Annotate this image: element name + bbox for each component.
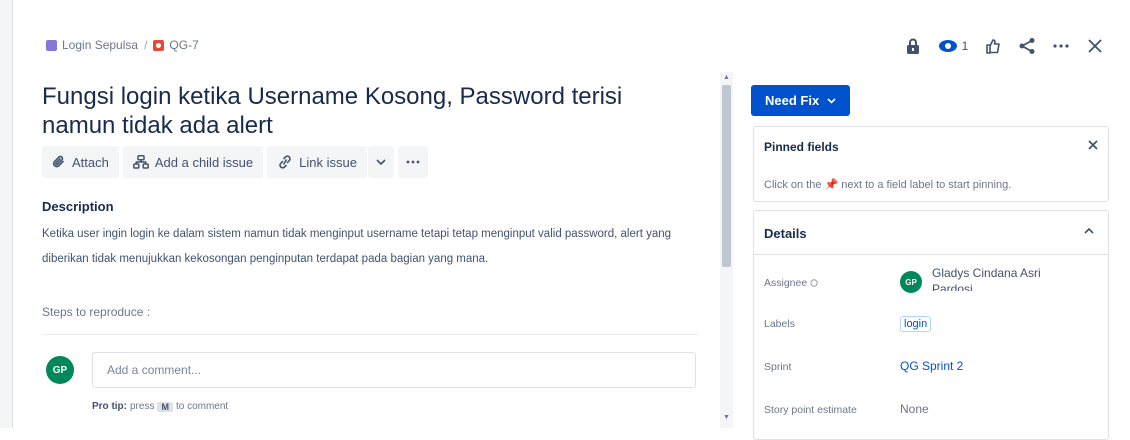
close-icon	[1088, 39, 1102, 53]
lock-button[interactable]	[896, 32, 930, 60]
divider	[42, 334, 698, 335]
close-icon	[1088, 140, 1098, 150]
sprint-label: Sprint	[764, 361, 792, 373]
pinned-fields-panel: Pinned fields Click on the 📌 next to a f…	[753, 126, 1109, 202]
lock-icon	[907, 38, 919, 54]
sprint-value[interactable]: QG Sprint 2	[900, 359, 963, 373]
pro-tip-text-after: to comment	[175, 401, 229, 412]
breadcrumb: Login Sepulsa / QG-7	[46, 38, 199, 52]
link-issue-dropdown[interactable]	[367, 146, 394, 178]
scrollbar-thumb[interactable]	[722, 85, 731, 267]
details-title: Details	[764, 226, 807, 241]
pro-tip-label: Pro tip:	[92, 401, 127, 412]
link-issue-group: Link issue	[267, 146, 394, 178]
share-button[interactable]	[1010, 32, 1044, 60]
vote-button[interactable]	[976, 32, 1010, 60]
breadcrumb-issue-key[interactable]: QG-7	[169, 38, 198, 52]
status-button[interactable]: Need Fix	[751, 85, 851, 116]
watch-button[interactable]: 1	[930, 39, 976, 53]
chevron-up-icon	[1084, 223, 1094, 237]
labels-label: Labels	[764, 318, 795, 330]
description-heading: Description	[42, 199, 114, 214]
add-child-label: Add a child issue	[154, 154, 254, 170]
scroll-down-arrow[interactable]: ▼	[722, 414, 731, 421]
more-icon	[1053, 44, 1069, 48]
story-points-label: Story point estimate	[764, 404, 857, 416]
pinned-fields-hint: Click on the 📌 next to a field label to …	[764, 179, 1012, 191]
label-tag[interactable]: login	[900, 316, 932, 332]
link-icon	[279, 155, 291, 169]
avatar: GP	[900, 271, 922, 293]
chevron-down-icon	[827, 97, 836, 104]
attach-label: Attach	[72, 154, 109, 170]
close-pinned-button[interactable]	[1088, 137, 1098, 153]
pro-tip-text-before: press	[130, 401, 155, 412]
link-issue-button[interactable]: Link issue	[267, 146, 367, 178]
status-label: Need Fix	[765, 93, 820, 108]
share-icon	[1019, 38, 1035, 54]
issue-toolbar: Attach Add a child issue Link issue	[42, 146, 428, 178]
watch-count: 1	[961, 39, 969, 53]
pro-tip: Pro tip: press M to comment	[92, 401, 228, 412]
bug-icon	[153, 39, 165, 51]
assignee-label: Assignee	[764, 277, 818, 289]
eye-icon	[938, 40, 957, 52]
description-body[interactable]: Ketika user ingin login ke dalam sistem …	[42, 222, 682, 272]
pinned-fields-title: Pinned fields	[764, 140, 839, 154]
left-sidebar-edge	[0, 0, 13, 428]
details-panel: Details Assignee GP Gladys Cindana Asri …	[753, 210, 1109, 440]
issue-header-actions: 1	[896, 32, 1112, 60]
more-icon	[406, 160, 420, 164]
toolbar-more-button[interactable]	[397, 146, 428, 178]
info-icon	[810, 279, 818, 287]
paperclip-icon	[52, 155, 64, 168]
link-issue-label: Link issue	[299, 154, 357, 170]
keyboard-shortcut-key: M	[157, 401, 173, 412]
add-child-issue-button[interactable]: Add a child issue	[122, 146, 264, 178]
attach-button[interactable]: Attach	[42, 146, 119, 178]
issue-title[interactable]: Fungsi login ketika Username Kosong, Pas…	[42, 82, 692, 140]
avatar: GP	[46, 356, 74, 384]
breadcrumb-separator: /	[144, 38, 148, 52]
project-icon	[46, 39, 57, 51]
chevron-down-icon	[376, 159, 386, 165]
comment-input[interactable]: Add a comment...	[92, 352, 696, 388]
details-header[interactable]: Details	[754, 211, 1108, 255]
scroll-up-arrow[interactable]: ▲	[722, 74, 731, 81]
close-button[interactable]	[1078, 32, 1112, 60]
steps-to-reproduce: Steps to reproduce :	[42, 305, 151, 319]
breadcrumb-project[interactable]: Login Sepulsa	[62, 38, 138, 52]
assignee-value[interactable]: Gladys Cindana Asri Pardosi	[932, 265, 1082, 291]
thumbs-up-icon	[986, 39, 1000, 54]
more-actions-button[interactable]	[1044, 32, 1078, 60]
story-points-value[interactable]: None	[900, 402, 929, 416]
child-issue-icon	[132, 155, 149, 169]
